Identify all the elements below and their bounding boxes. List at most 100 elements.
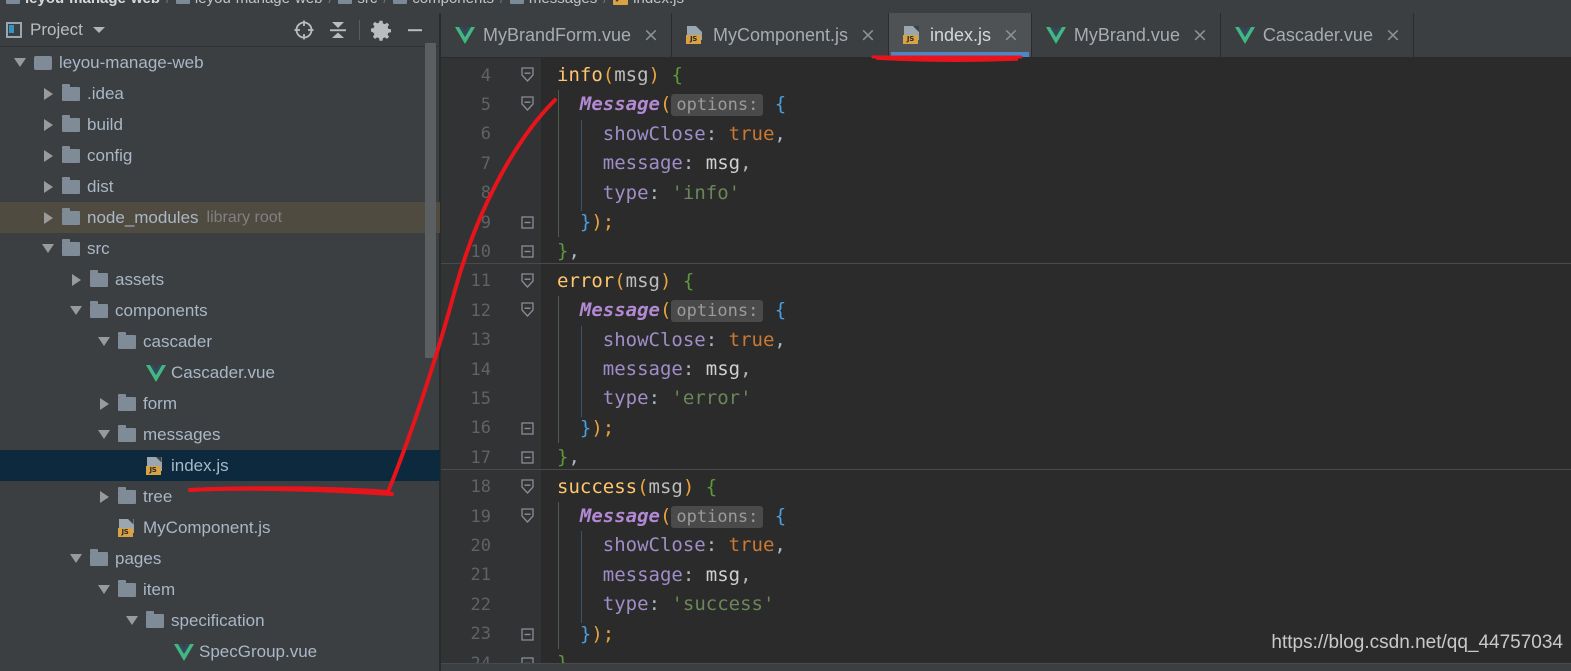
tree-twisty[interactable] bbox=[94, 326, 114, 357]
chevron-right-icon[interactable] bbox=[43, 87, 53, 100]
chevron-right-icon[interactable] bbox=[71, 273, 81, 286]
hide-panel-icon[interactable] bbox=[398, 15, 432, 45]
code-line[interactable]: info(msg) { bbox=[557, 61, 683, 90]
chevron-down-icon[interactable] bbox=[126, 616, 138, 625]
code-fold-toggle[interactable] bbox=[519, 243, 536, 260]
close-icon[interactable]: × bbox=[860, 25, 876, 45]
tree-item-config[interactable]: config bbox=[0, 140, 440, 171]
code-line[interactable]: showClose: true, bbox=[603, 326, 786, 355]
close-icon[interactable]: × bbox=[643, 25, 659, 45]
chevron-down-icon[interactable] bbox=[14, 58, 26, 67]
code-fold-toggle[interactable] bbox=[519, 302, 536, 319]
chevron-down-icon[interactable] bbox=[98, 585, 110, 594]
tree-twisty[interactable] bbox=[150, 636, 170, 667]
tree-twisty[interactable] bbox=[38, 109, 58, 140]
tree-item-mycomponent-js[interactable]: JS MyComponent.js bbox=[0, 512, 440, 543]
tree-twisty[interactable] bbox=[38, 78, 58, 109]
project-file-tree[interactable]: leyou-manage-web .idea build config dist node… bbox=[0, 47, 440, 671]
tree-item-index-js[interactable]: JS index.js bbox=[0, 450, 440, 481]
code-content[interactable]: info(msg) {Message(options: {showClose: … bbox=[441, 58, 1571, 671]
chevron-right-icon[interactable] bbox=[43, 118, 53, 131]
chevron-down-icon[interactable] bbox=[70, 554, 82, 563]
code-fold-toggle[interactable] bbox=[519, 449, 536, 466]
tree-item-src[interactable]: src bbox=[0, 233, 440, 264]
tree-item-dist[interactable]: dist bbox=[0, 171, 440, 202]
editor-tab-cascader-vue[interactable]: Cascader.vue × bbox=[1220, 13, 1414, 57]
tree-item-form[interactable]: form bbox=[0, 388, 440, 419]
code-line[interactable]: }); bbox=[580, 414, 614, 443]
tree-twisty[interactable] bbox=[38, 233, 58, 264]
code-fold-toggle[interactable] bbox=[519, 96, 536, 113]
breadcrumb-item[interactable]: components bbox=[387, 0, 500, 6]
code-line[interactable]: showClose: true, bbox=[603, 120, 786, 149]
tree-twisty[interactable] bbox=[122, 450, 142, 481]
locate-icon[interactable] bbox=[287, 15, 321, 45]
editor-tab-mycomponent-js[interactable]: JS MyComponent.js × bbox=[671, 13, 889, 57]
code-fold-toggle[interactable] bbox=[519, 626, 536, 643]
tree-item--idea[interactable]: .idea bbox=[0, 78, 440, 109]
code-line[interactable]: Message(options: { bbox=[580, 90, 786, 119]
tree-twisty[interactable] bbox=[66, 264, 86, 295]
editor-tab-mybrandform-vue[interactable]: MyBrandForm.vue × bbox=[441, 13, 672, 57]
breadcrumb-item[interactable]: leyou-manage-web bbox=[170, 0, 329, 6]
close-icon[interactable]: × bbox=[1385, 25, 1401, 45]
editor-gutter[interactable]: 45678910111213141516171819202122232425 bbox=[441, 58, 541, 671]
tree-item-assets[interactable]: assets bbox=[0, 264, 440, 295]
chevron-down-icon[interactable] bbox=[42, 244, 54, 253]
code-fold-toggle[interactable] bbox=[519, 420, 536, 437]
chevron-right-icon[interactable] bbox=[43, 180, 53, 193]
tree-item-specification[interactable]: specification bbox=[0, 605, 440, 636]
breadcrumb-item[interactable]: leyou-manage-web bbox=[0, 0, 166, 6]
code-editor[interactable]: 45678910111213141516171819202122232425 i… bbox=[441, 58, 1571, 671]
tree-twisty[interactable] bbox=[94, 388, 114, 419]
code-line[interactable]: message: msg, bbox=[603, 149, 752, 178]
tree-item-components[interactable]: components bbox=[0, 295, 440, 326]
tree-twisty[interactable] bbox=[94, 574, 114, 605]
code-line[interactable]: showClose: true, bbox=[603, 531, 786, 560]
tree-twisty[interactable] bbox=[38, 202, 58, 233]
tree-twisty[interactable] bbox=[122, 605, 142, 636]
tree-item-tree[interactable]: tree bbox=[0, 481, 440, 512]
chevron-down-icon[interactable] bbox=[92, 26, 105, 33]
code-line[interactable]: success(msg) { bbox=[557, 473, 717, 502]
tree-twisty[interactable] bbox=[122, 357, 142, 388]
tree-item-pages[interactable]: pages bbox=[0, 543, 440, 574]
project-panel-scrollbar[interactable] bbox=[425, 43, 436, 358]
editor-tab-mybrand-vue[interactable]: MyBrand.vue × bbox=[1031, 13, 1221, 57]
code-line[interactable]: Message(options: { bbox=[580, 296, 786, 325]
breadcrumb-item[interactable]: JS index.js bbox=[607, 0, 690, 6]
tree-item-specgroup-vue[interactable]: SpecGroup.vue bbox=[0, 636, 440, 667]
tree-item-node-modules[interactable]: node_modules library root bbox=[0, 202, 440, 233]
collapse-all-icon[interactable] bbox=[321, 15, 355, 45]
close-icon[interactable]: × bbox=[1003, 25, 1019, 45]
code-fold-toggle[interactable] bbox=[519, 273, 536, 290]
tree-twisty[interactable] bbox=[38, 140, 58, 171]
editor-tab-index-js[interactable]: JS index.js × bbox=[888, 13, 1032, 57]
tree-item-messages[interactable]: messages bbox=[0, 419, 440, 450]
chevron-down-icon[interactable] bbox=[70, 306, 82, 315]
code-line[interactable]: message: msg, bbox=[603, 561, 752, 590]
tree-twisty[interactable] bbox=[10, 47, 30, 78]
close-icon[interactable]: × bbox=[1192, 25, 1208, 45]
code-line[interactable]: }); bbox=[580, 208, 614, 237]
code-fold-toggle[interactable] bbox=[519, 508, 536, 525]
tree-item-item[interactable]: item bbox=[0, 574, 440, 605]
breadcrumb-item[interactable]: messages bbox=[504, 0, 603, 6]
chevron-down-icon[interactable] bbox=[98, 430, 110, 439]
chevron-down-icon[interactable] bbox=[98, 337, 110, 346]
code-fold-toggle[interactable] bbox=[519, 478, 536, 496]
tree-twisty[interactable] bbox=[38, 171, 58, 202]
tree-twisty[interactable] bbox=[94, 481, 114, 512]
code-fold-toggle[interactable] bbox=[519, 67, 536, 84]
code-line[interactable]: type: 'error' bbox=[603, 384, 752, 413]
code-line[interactable]: type: 'info' bbox=[603, 179, 740, 208]
tree-twisty[interactable] bbox=[66, 295, 86, 326]
code-line[interactable]: error(msg) { bbox=[557, 267, 694, 296]
settings-gear-icon[interactable] bbox=[364, 15, 398, 45]
code-line[interactable]: message: msg, bbox=[603, 355, 752, 384]
tree-item-build[interactable]: build bbox=[0, 109, 440, 140]
tree-item-leyou-manage-web[interactable]: leyou-manage-web bbox=[0, 47, 440, 78]
chevron-right-icon[interactable] bbox=[43, 149, 53, 162]
chevron-right-icon[interactable] bbox=[43, 211, 53, 224]
code-line[interactable]: Message(options: { bbox=[580, 502, 786, 531]
